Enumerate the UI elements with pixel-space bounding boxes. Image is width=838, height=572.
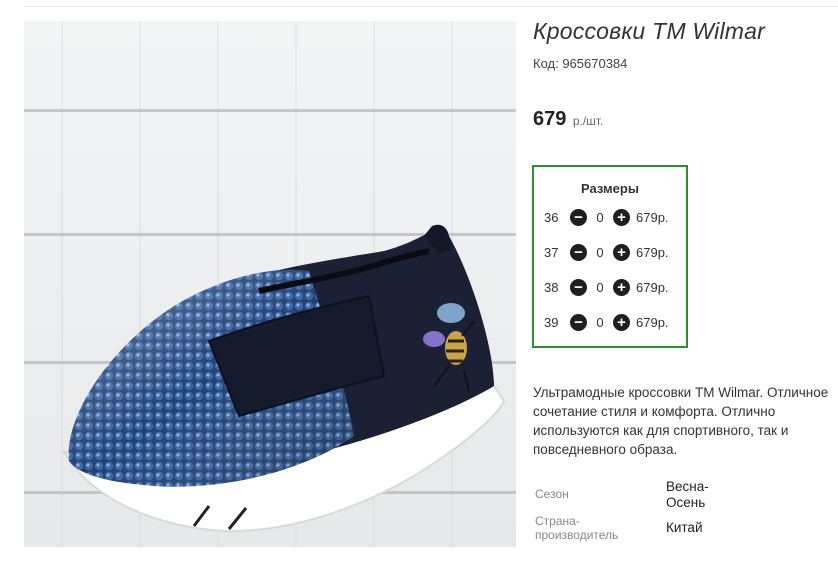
product-price: 679 р./шт. bbox=[533, 108, 603, 131]
product-image[interactable] bbox=[24, 21, 516, 547]
size-label: 38 bbox=[544, 279, 559, 295]
quantity-value: 0 bbox=[596, 279, 604, 295]
product-title: Кроссовки ТМ Wilmar bbox=[533, 18, 765, 44]
minus-circle-icon[interactable]: − bbox=[570, 278, 587, 296]
minus-circle-icon[interactable]: − bbox=[570, 243, 587, 261]
size-price: 679р. bbox=[636, 314, 669, 330]
size-row: 38 − 0 + 679р. bbox=[544, 277, 669, 297]
size-price: 679р. bbox=[636, 279, 669, 295]
product-description: Ультрамодные кроссовки ТМ Wilmar. Отличн… bbox=[533, 385, 829, 457]
shoe-illustration bbox=[61, 224, 506, 533]
plus-circle-icon[interactable]: + bbox=[613, 208, 630, 226]
top-divider bbox=[24, 6, 838, 7]
attr-value-line: Осень bbox=[666, 495, 706, 510]
sizes-title: Размеры bbox=[581, 181, 639, 196]
size-label: 39 bbox=[544, 314, 559, 330]
attr-label-country: Страна- производитель bbox=[535, 514, 618, 542]
minus-circle-icon[interactable]: − bbox=[570, 313, 587, 331]
size-price: 679р. bbox=[636, 244, 669, 260]
minus-circle-icon[interactable]: − bbox=[570, 208, 587, 226]
attr-label-season: Сезон bbox=[535, 487, 569, 501]
price-unit: р./шт. bbox=[572, 114, 604, 128]
size-row: 36 − 0 + 679р. bbox=[544, 207, 669, 227]
attr-value-line: Весна- bbox=[666, 479, 709, 494]
plus-circle-icon[interactable]: + bbox=[613, 243, 630, 261]
price-value: 679 bbox=[533, 108, 567, 130]
quantity-value: 0 bbox=[596, 314, 604, 330]
quantity-value: 0 bbox=[596, 209, 604, 225]
size-price: 679р. bbox=[636, 209, 669, 225]
plus-circle-icon[interactable]: + bbox=[613, 313, 630, 331]
quantity-value: 0 bbox=[596, 244, 604, 260]
attr-value-country: Китай bbox=[666, 520, 703, 535]
size-row: 37 − 0 + 679р. bbox=[544, 242, 669, 262]
plus-circle-icon[interactable]: + bbox=[613, 278, 630, 296]
size-label: 36 bbox=[544, 209, 559, 225]
attr-label-line: производитель bbox=[535, 528, 619, 542]
attr-value-season: Весна- Осень bbox=[666, 479, 709, 511]
size-row: 39 − 0 + 679р. bbox=[544, 312, 669, 332]
product-code: Код: 965670384 bbox=[533, 56, 628, 71]
size-label: 37 bbox=[544, 244, 559, 260]
sizes-panel: Размеры 36 − 0 + 679р. 37 − 0 + 679р. 38… bbox=[532, 165, 688, 348]
attr-label-line: Страна- bbox=[535, 514, 580, 528]
